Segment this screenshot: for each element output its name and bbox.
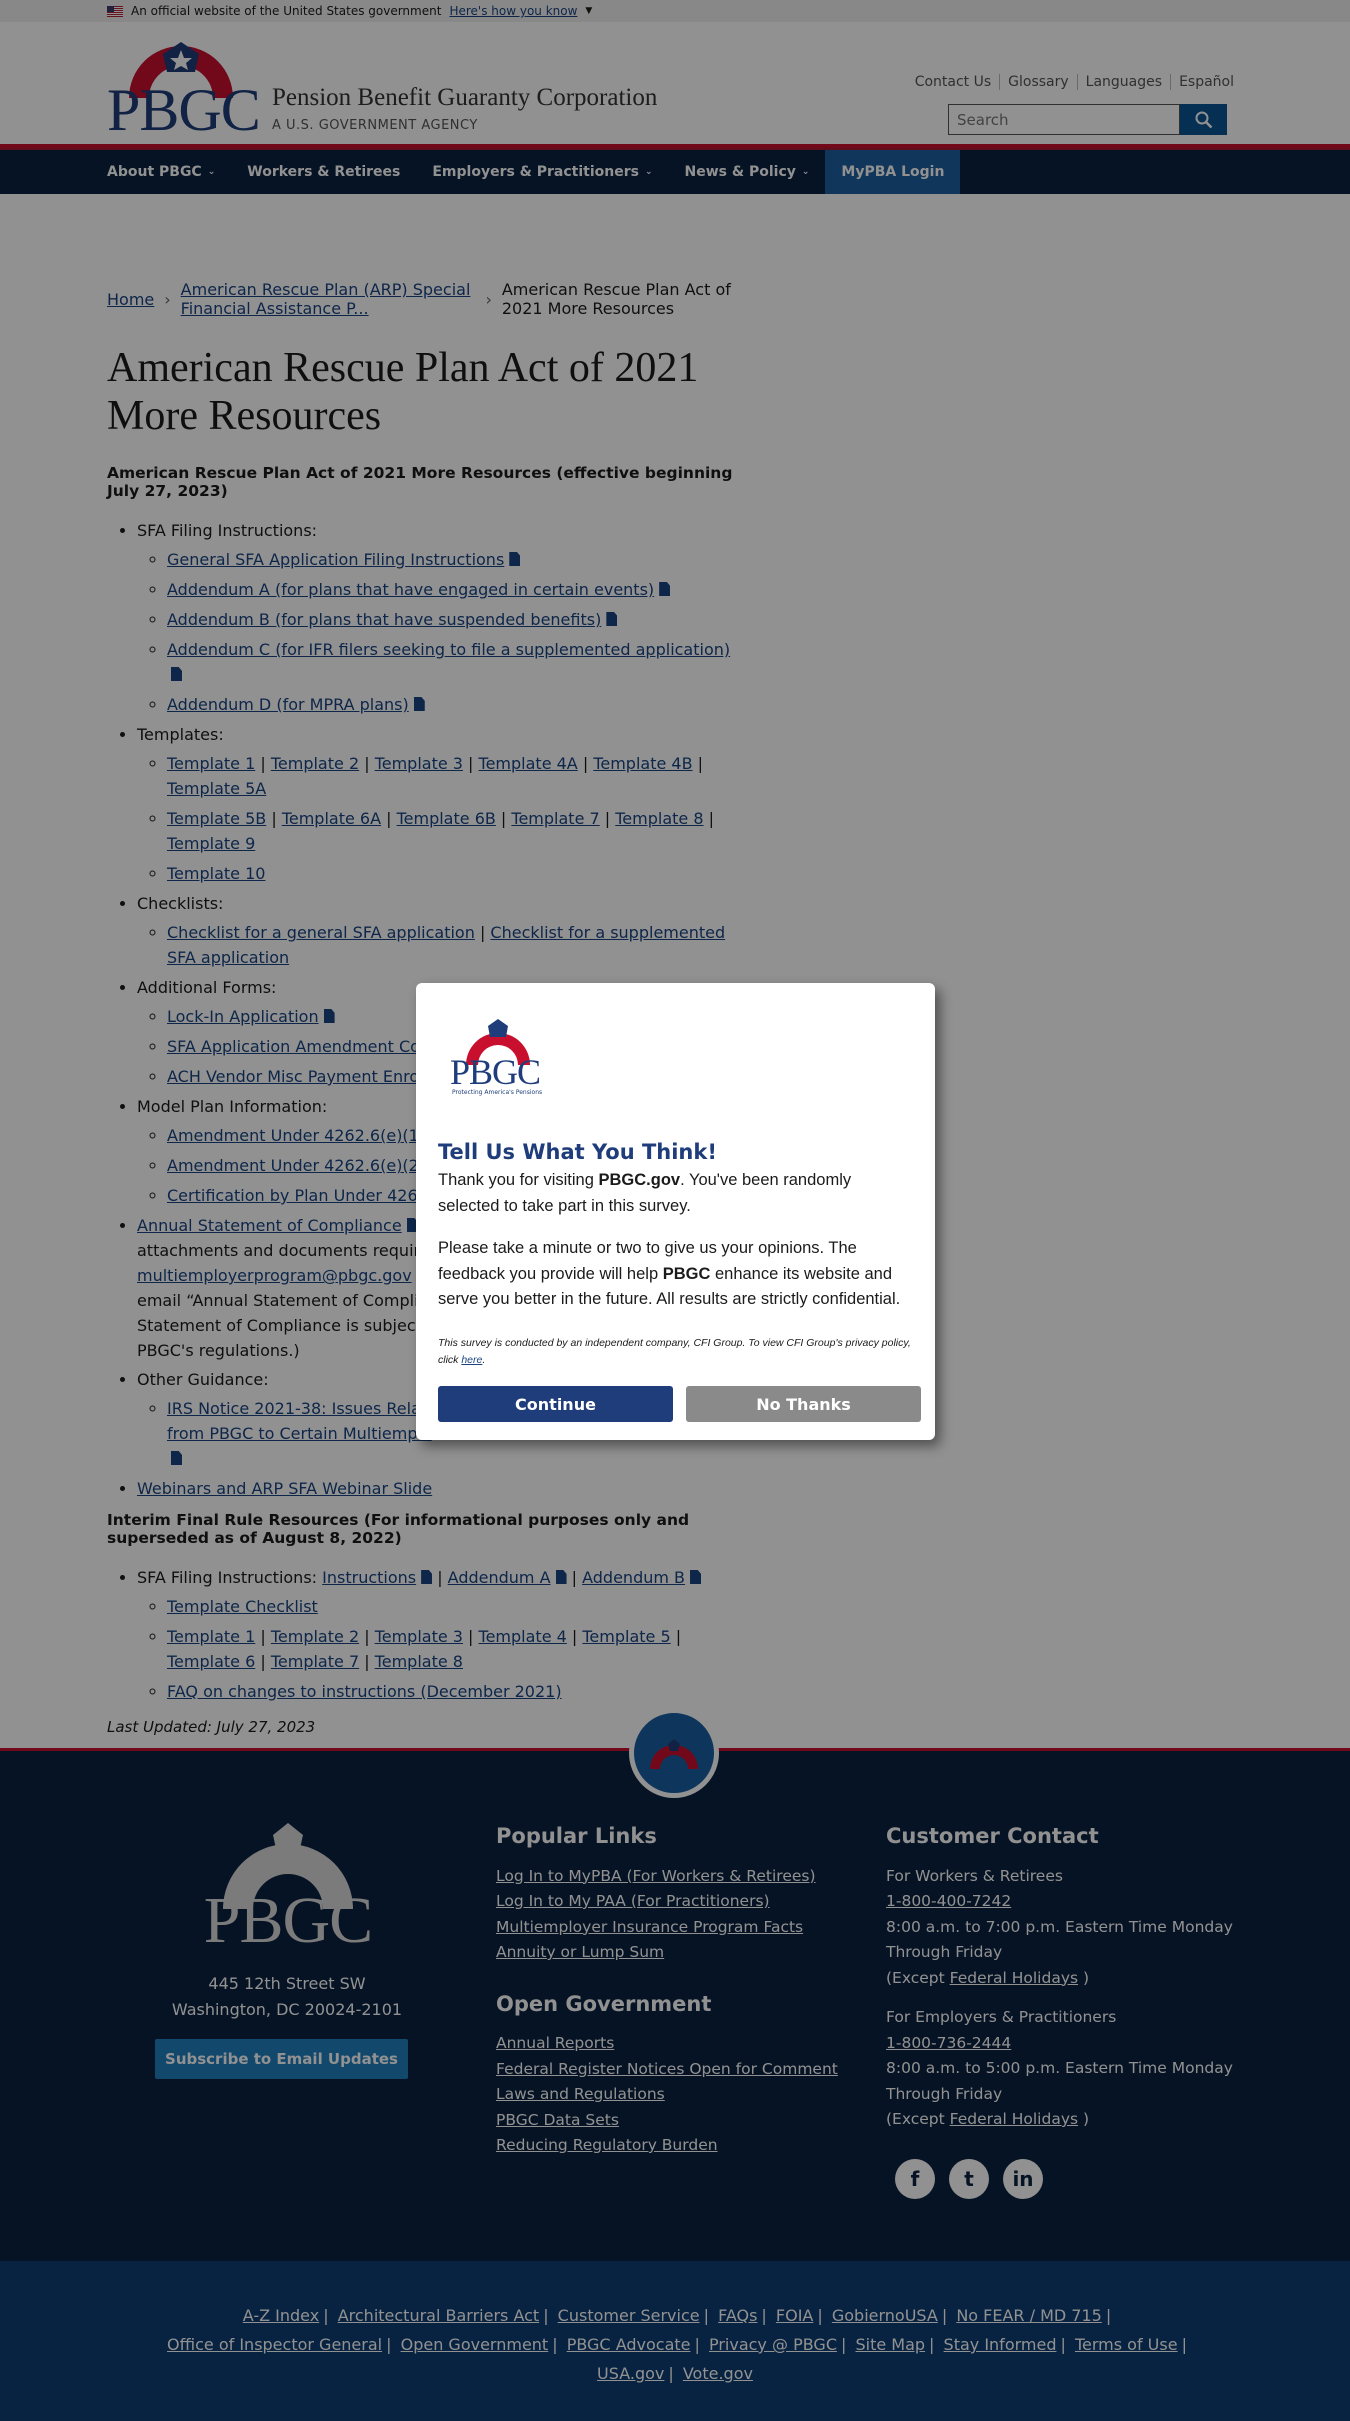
modal-logo-tagline: Protecting America's Pensions	[452, 1089, 543, 1096]
modal-buttons: Continue No Thanks	[438, 1386, 921, 1422]
modal-text: Thank you for visiting	[438, 1171, 599, 1189]
modal-text-bold: PBGC.gov	[598, 1171, 681, 1189]
continue-button[interactable]: Continue	[438, 1386, 673, 1422]
modal-title: Tell Us What You Think!	[438, 1140, 717, 1164]
no-thanks-button[interactable]: No Thanks	[686, 1386, 921, 1422]
modal-fine-print: This survey is conducted by an independe…	[438, 1335, 921, 1369]
modal-logo: PBGC Protecting America's Pensions	[446, 1017, 546, 1097]
privacy-policy-link[interactable]: here	[461, 1354, 482, 1366]
fine-text: .	[482, 1354, 486, 1366]
modal-paragraph: Please take a minute or two to give us y…	[438, 1236, 917, 1313]
modal-logo-wordmark: PBGC	[450, 1052, 541, 1092]
survey-modal: PBGC Protecting America's Pensions Tell …	[416, 983, 935, 1440]
modal-text-bold: PBGC	[662, 1264, 711, 1283]
fine-text: This survey is conducted by an independe…	[438, 1337, 911, 1366]
modal-paragraph: Thank you for visiting PBGC.gov. You've …	[438, 1168, 917, 1219]
